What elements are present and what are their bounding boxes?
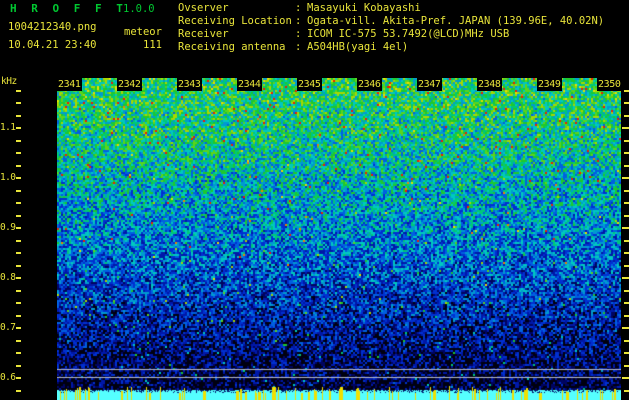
freq-label-0.9: 0.9 <box>0 222 16 233</box>
freq-tick-right <box>622 277 629 279</box>
freq-tick-left <box>16 390 21 392</box>
time-label-2342: 2342 <box>117 78 143 91</box>
freq-tick-right <box>624 165 629 167</box>
freq-tick-right <box>624 102 629 104</box>
freq-tick-left <box>16 340 21 342</box>
freq-tick-left <box>16 290 21 292</box>
freq-label-0.8: 0.8 <box>0 272 16 283</box>
freq-tick-right <box>624 140 629 142</box>
time-label-2346: 2346 <box>357 78 383 91</box>
info-separator: : <box>295 2 308 14</box>
freq-label-1.1: 1.1 <box>0 122 16 133</box>
freq-tick-left <box>16 127 21 129</box>
time-label-2343: 2343 <box>177 78 203 91</box>
freq-tick-right <box>622 227 629 229</box>
freq-tick-left <box>16 315 21 317</box>
freq-tick-right <box>622 177 629 179</box>
time-label-2349: 2349 <box>537 78 563 91</box>
freq-tick-right <box>624 290 629 292</box>
info-separator: : <box>295 41 308 53</box>
freq-tick-right <box>624 215 629 217</box>
freq-tick-right <box>624 252 629 254</box>
freq-tick-left <box>16 352 21 354</box>
freq-tick-left <box>16 265 21 267</box>
info-value: Masayuki Kobayashi <box>307 2 421 14</box>
freq-tick-right <box>624 202 629 204</box>
freq-label-0.6: 0.6 <box>0 372 16 383</box>
info-separator: : <box>295 28 308 40</box>
freq-tick-right <box>624 390 629 392</box>
app-version: 1.0.0 <box>123 3 155 15</box>
freq-tick-left <box>16 102 21 104</box>
freq-tick-left <box>16 190 21 192</box>
freq-tick-right <box>622 377 629 379</box>
time-label-2348: 2348 <box>477 78 503 91</box>
info-label: Ovserver <box>178 2 229 14</box>
freq-tick-left <box>16 90 21 92</box>
freq-tick-right <box>624 265 629 267</box>
freq-tick-left <box>16 302 21 304</box>
freq-tick-right <box>624 240 629 242</box>
freq-tick-left <box>16 377 21 379</box>
freq-tick-right <box>624 365 629 367</box>
freq-tick-left <box>16 177 21 179</box>
freq-tick-right <box>624 302 629 304</box>
freq-tick-right <box>624 340 629 342</box>
freq-tick-right <box>624 190 629 192</box>
freq-tick-left <box>16 240 21 242</box>
output-file-name: 1004212340.png <box>8 21 97 33</box>
freq-tick-left <box>16 277 21 279</box>
info-label: Receiver <box>178 28 229 40</box>
time-label-2347: 2347 <box>417 78 443 91</box>
time-label-2350: 2350 <box>597 78 623 91</box>
spectrogram-canvas <box>57 78 621 400</box>
freq-tick-right <box>624 352 629 354</box>
mode-label: meteor <box>124 26 162 38</box>
freq-label-1.0: 1.0 <box>0 172 16 183</box>
freq-tick-left <box>16 202 21 204</box>
freq-tick-left <box>16 327 21 329</box>
freq-label-0.7: 0.7 <box>0 322 16 333</box>
observer-row-3: Receiving antenna: A504HB(yagi 4el) <box>178 42 408 55</box>
freq-tick-right <box>622 327 629 329</box>
info-value: ICOM IC-575 53.7492(@LCD)MHz USB <box>307 28 510 40</box>
info-value: A504HB(yagi 4el) <box>307 41 409 53</box>
app-title: H R O F F T <box>10 2 127 15</box>
freq-tick-right <box>622 127 629 129</box>
freq-tick-left <box>16 252 21 254</box>
freq-tick-left <box>16 152 21 154</box>
freq-tick-right <box>624 90 629 92</box>
freq-tick-left <box>16 365 21 367</box>
time-label-2345: 2345 <box>297 78 323 91</box>
freq-tick-left <box>16 227 21 229</box>
hrofft-screen: H R O F F T 1.0.0 1004212340.png meteor … <box>0 0 629 400</box>
time-label-2341: 2341 <box>57 78 83 91</box>
freq-tick-right <box>624 115 629 117</box>
echo-count: 111 <box>143 39 162 51</box>
freq-tick-left <box>16 215 21 217</box>
freq-tick-left <box>16 165 21 167</box>
info-value: Ogata-vill. Akita-Pref. JAPAN (139.96E, … <box>307 15 605 27</box>
freq-tick-right <box>624 152 629 154</box>
freq-tick-left <box>16 115 21 117</box>
khz-unit-label: kHz <box>1 76 17 87</box>
info-label: Receiving Location <box>178 15 292 27</box>
freq-tick-left <box>16 140 21 142</box>
timestamp: 10.04.21 23:40 <box>8 39 97 51</box>
freq-tick-right <box>624 315 629 317</box>
time-label-2344: 2344 <box>237 78 263 91</box>
info-separator: : <box>295 15 308 27</box>
info-label: Receiving antenna <box>178 41 286 53</box>
